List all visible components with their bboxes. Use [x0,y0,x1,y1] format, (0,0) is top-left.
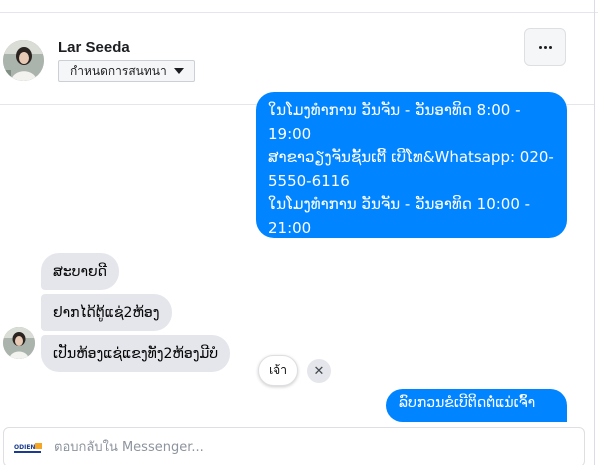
more-dots-icon [538,45,542,49]
contact-avatar[interactable] [3,40,44,81]
svg-text:ODIEN: ODIEN [14,444,35,451]
right-divider [594,0,595,465]
contact-name[interactable]: Lar Seeda [58,39,130,56]
more-dot [548,45,552,49]
more-options-button[interactable] [524,28,566,66]
brand-logo-icon: ODIEN [13,441,43,455]
message-text: ໃນໂມງທຳການ ວັນຈັນ - ວັນອາທິດ 8:00 - 19:0… [268,101,554,237]
message-text: ລົບກວນຂໍເບີຕິດຕໍ່ແນ່ເຈົ້າ [399,395,536,411]
close-icon[interactable]: ✕ [307,359,331,383]
incoming-message[interactable]: ເປັນຫ້ອງແຊ່ແຂງທັງ2ຫ້ອງມີບໍ [41,335,231,372]
define-conversation-label: กำหนดการสนทนา [70,63,167,78]
incoming-message[interactable]: ຢາກໄດ້ຕູ້ແຊ່2ຫ້ອງ [41,294,172,331]
contact-avatar-small [3,327,35,359]
avatar-photo-icon [3,327,35,359]
outgoing-message-hours[interactable]: ໃນໂມງທຳການ ວັນຈັນ - ວັນອາທິດ 8:00 - 19:0… [256,92,567,238]
more-dot [543,45,547,49]
reply-input[interactable] [54,435,554,459]
define-conversation-dropdown[interactable]: กำหนดการสนทนา [58,60,195,82]
quick-reply-chip[interactable]: เจ้า [258,355,298,386]
incoming-message[interactable]: ສະບາຍດີ [41,253,119,290]
outgoing-message-reply[interactable]: ລົບກວນຂໍເບີຕິດຕໍ່ແນ່ເຈົ້າ [386,389,567,422]
avatar-photo-icon [3,40,44,81]
caret-down-icon [173,68,184,74]
message-composer: ODIEN [3,427,585,465]
